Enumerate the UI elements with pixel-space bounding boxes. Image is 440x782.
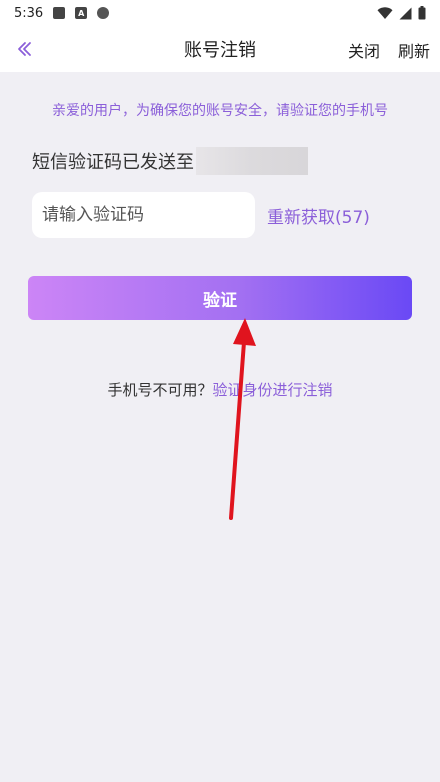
verify-button[interactable]: 验证 — [28, 276, 412, 320]
close-button[interactable]: 关闭 — [348, 38, 380, 62]
header: 账号注销 关闭 刷新 — [0, 26, 440, 72]
sms-sent-label: 短信验证码已发送至 — [32, 152, 194, 173]
signal-icon — [399, 7, 412, 19]
masked-phone-number — [196, 147, 308, 175]
verification-code-input[interactable] — [32, 192, 255, 238]
phone-unavailable-label: 手机号不可用？ — [107, 381, 213, 399]
alternative-verification: 手机号不可用？验证身份进行注销 — [0, 379, 440, 400]
identity-verify-link[interactable]: 验证身份进行注销 — [213, 381, 333, 399]
status-bar: 5:36 A — [0, 0, 440, 26]
battery-icon — [418, 6, 426, 20]
status-right-icons — [377, 6, 426, 20]
sms-sent-line: 短信验证码已发送至 — [32, 146, 308, 176]
resend-code-button[interactable]: 重新获取(57) — [267, 203, 370, 228]
wifi-icon — [377, 6, 393, 19]
shield-icon — [97, 7, 110, 19]
app-square-icon — [53, 7, 66, 19]
security-notice: 亲爱的用户，为确保您的账号安全，请验证您的手机号 — [52, 103, 388, 119]
refresh-button[interactable]: 刷新 — [398, 38, 430, 62]
a-badge-icon: A — [75, 7, 88, 19]
status-time: 5:36 — [14, 5, 44, 21]
